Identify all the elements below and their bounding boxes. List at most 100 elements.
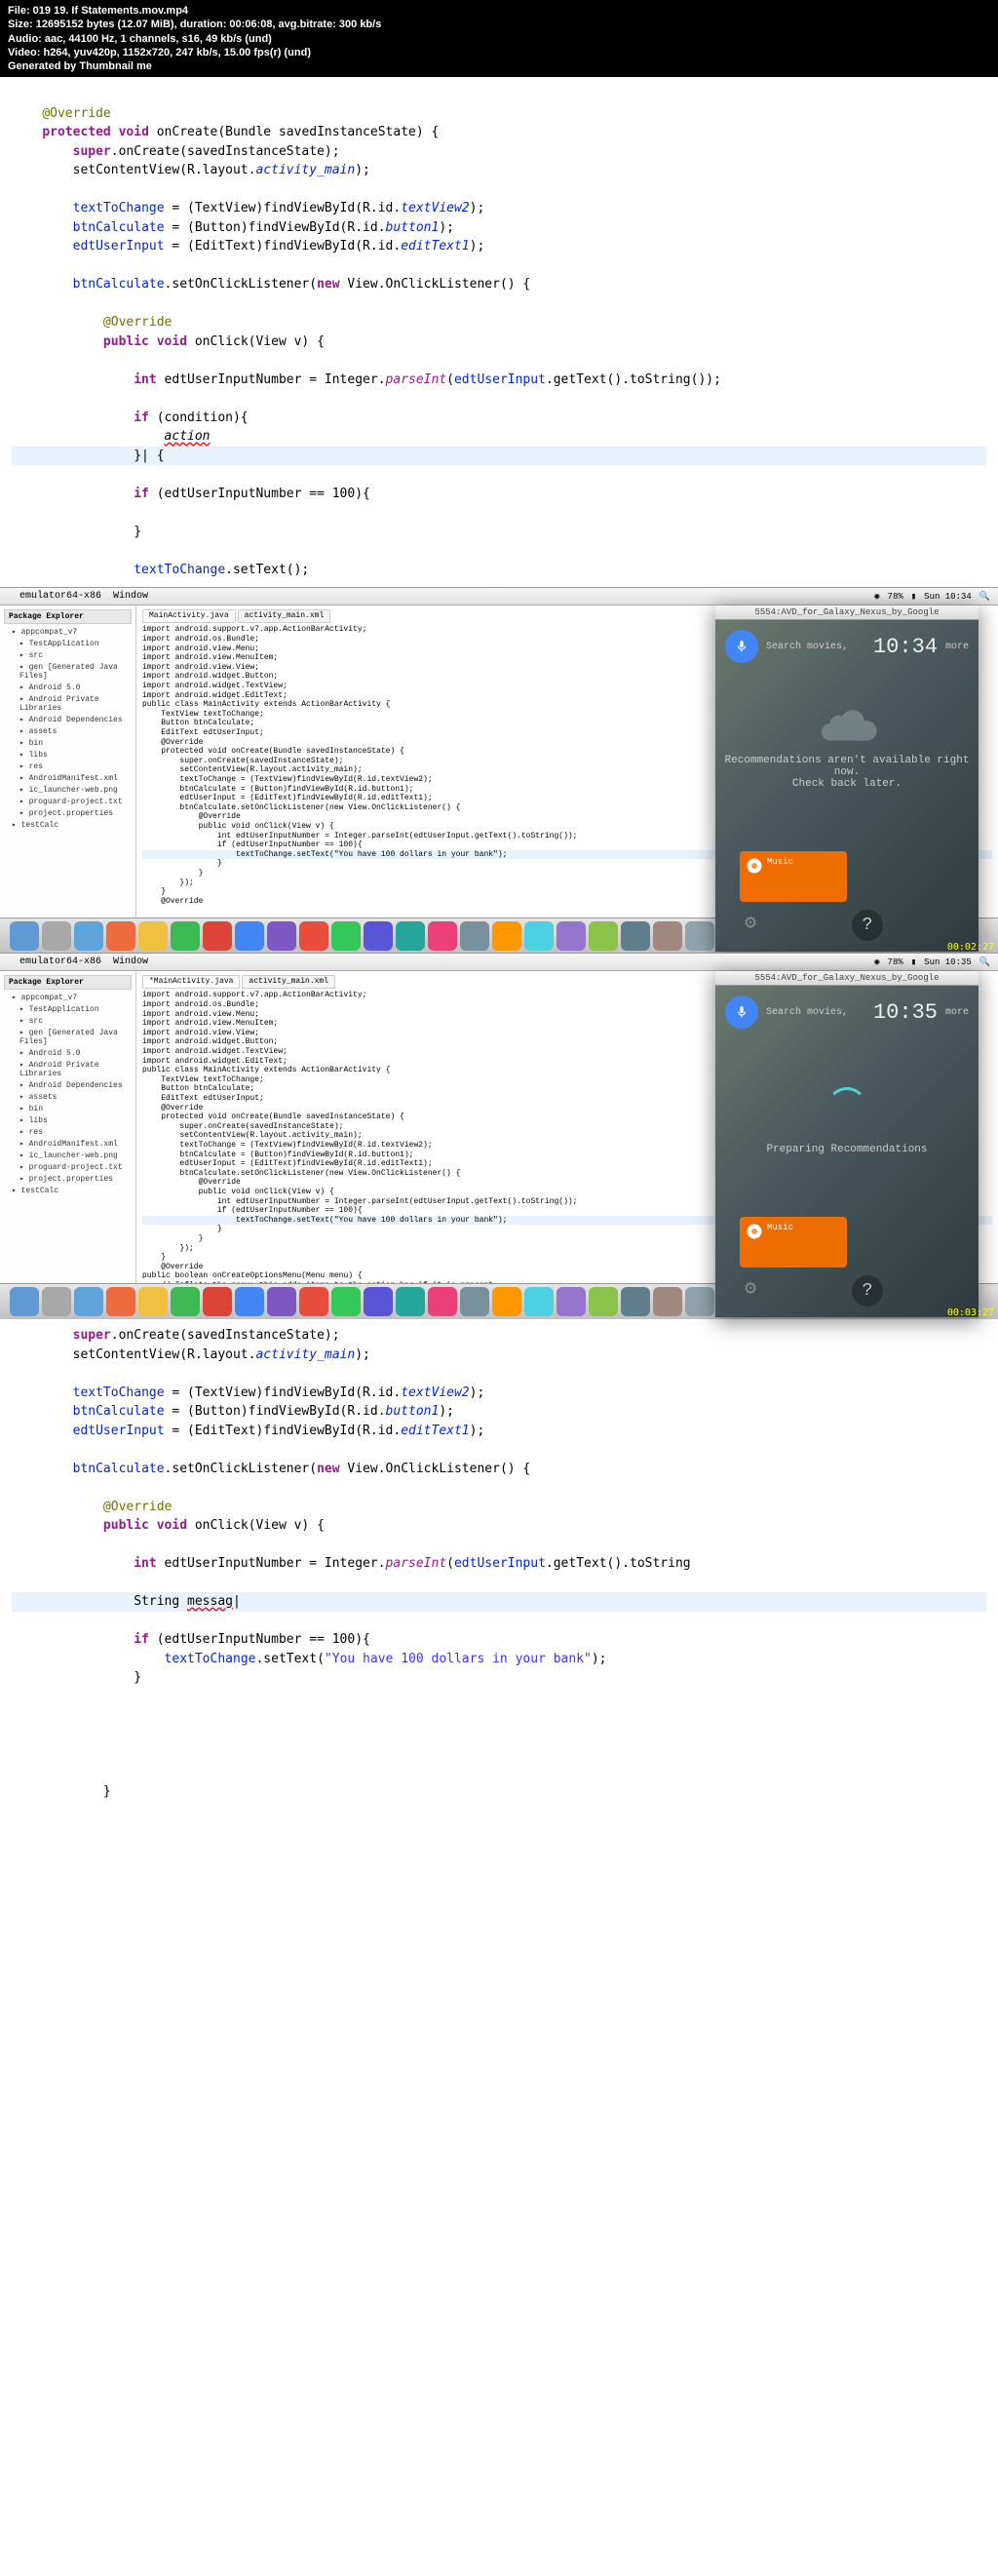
dock-app-icon[interactable] — [106, 921, 135, 951]
dock-app-icon[interactable] — [74, 1287, 103, 1316]
tree-item[interactable]: ▸ gen [Generated Java Files] — [4, 661, 132, 682]
menu-window[interactable]: Window — [113, 591, 148, 602]
dock-app-icon[interactable] — [557, 1287, 586, 1316]
tree-item[interactable]: ▸ TestApplication — [4, 638, 132, 649]
dock-app-icon[interactable] — [10, 921, 39, 951]
tree-item[interactable]: ▸ Android Private Libraries — [4, 1059, 132, 1079]
cursor-line-2[interactable]: String messag| — [12, 1592, 986, 1612]
more-link[interactable]: more — [945, 1007, 969, 1018]
tree-item[interactable]: ▸ Android Dependencies — [4, 714, 132, 725]
dock-app-icon[interactable] — [364, 921, 393, 951]
app-name[interactable]: emulator64-x86 — [19, 956, 101, 967]
tree-item[interactable]: ▸ project.properties — [4, 1173, 132, 1185]
tree-item[interactable]: ▸ Android Dependencies — [4, 1079, 132, 1091]
dock-app-icon[interactable] — [331, 1287, 361, 1316]
dock-app-icon[interactable] — [203, 921, 232, 951]
mic-icon[interactable] — [725, 630, 758, 663]
help-icon[interactable]: ? — [852, 1275, 883, 1307]
tree-item[interactable]: ▸ testCalc — [4, 1185, 132, 1196]
dock-app-icon[interactable] — [267, 1287, 296, 1316]
wifi-icon[interactable]: ◉ — [874, 957, 879, 967]
tab-mainactivity[interactable]: *MainActivity.java — [142, 975, 240, 989]
dock-app-icon[interactable] — [42, 921, 71, 951]
cursor-line[interactable]: }| { — [12, 447, 986, 466]
dock-app-icon[interactable] — [235, 921, 264, 951]
dock-app-icon[interactable] — [621, 1287, 650, 1316]
more-link[interactable]: more — [945, 642, 969, 652]
tab-activity-xml[interactable]: activity_main.xml — [242, 975, 335, 989]
dock-app-icon[interactable] — [589, 921, 618, 951]
tree-item[interactable]: ▸ bin — [4, 737, 132, 749]
dock-app-icon[interactable] — [331, 921, 361, 951]
tab-activity-xml[interactable]: activity_main.xml — [238, 609, 331, 623]
dock-app-icon[interactable] — [460, 921, 489, 951]
dock-app-icon[interactable] — [74, 921, 103, 951]
dock-app-icon[interactable] — [42, 1287, 71, 1316]
dock-app-icon[interactable] — [171, 921, 200, 951]
tree-item[interactable]: ▸ ic_launcher-web.png — [4, 784, 132, 796]
dock-app-icon[interactable] — [138, 921, 168, 951]
tree-item[interactable]: ▸ gen [Generated Java Files] — [4, 1027, 132, 1047]
tree-item[interactable]: ▸ testCalc — [4, 819, 132, 831]
music-card[interactable]: Music — [740, 851, 847, 902]
tree-item[interactable]: ▸ src — [4, 1015, 132, 1027]
tree-item[interactable]: ▸ TestApplication — [4, 1003, 132, 1015]
gear-icon[interactable]: ⚙ — [745, 1275, 776, 1307]
gear-icon[interactable]: ⚙ — [745, 910, 776, 941]
dock-app-icon[interactable] — [685, 921, 714, 951]
search-icon[interactable]: 🔍 — [979, 592, 990, 602]
dock-app-icon[interactable] — [524, 921, 554, 951]
dock-app-icon[interactable] — [364, 1287, 393, 1316]
dock-app-icon[interactable] — [557, 921, 586, 951]
music-card[interactable]: Music — [740, 1217, 847, 1268]
tree-item[interactable]: ▸ res — [4, 761, 132, 772]
dock-app-icon[interactable] — [428, 921, 457, 951]
tree-item[interactable]: ▸ AndroidManifest.xml — [4, 1138, 132, 1150]
menu-window[interactable]: Window — [113, 956, 148, 967]
tree-item[interactable]: ▸ appcompat_v7 — [4, 992, 132, 1003]
tree-item[interactable]: ▸ res — [4, 1126, 132, 1138]
tree-item[interactable]: ▸ libs — [4, 749, 132, 761]
tree-item[interactable]: ▸ Android 5.0 — [4, 682, 132, 693]
dock-app-icon[interactable] — [524, 1287, 554, 1316]
tab-mainactivity[interactable]: MainActivity.java — [142, 609, 236, 623]
search-icon[interactable]: 🔍 — [979, 957, 990, 967]
dock-app-icon[interactable] — [267, 921, 296, 951]
dock-app-icon[interactable] — [460, 1287, 489, 1316]
android-emulator-2[interactable]: 5554:AVD_for_Galaxy_Nexus_by_Google Sear… — [715, 971, 979, 1317]
dock-app-icon[interactable] — [653, 1287, 682, 1316]
dock-app-icon[interactable] — [299, 1287, 328, 1316]
dock-app-icon[interactable] — [203, 1287, 232, 1316]
dock-app-icon[interactable] — [299, 921, 328, 951]
dock-app-icon[interactable] — [492, 921, 521, 951]
mic-icon[interactable] — [725, 995, 758, 1029]
dock-app-icon[interactable] — [10, 1287, 39, 1316]
tree-item[interactable]: ▸ proguard-project.txt — [4, 796, 132, 807]
tree-item[interactable]: ▸ ic_launcher-web.png — [4, 1150, 132, 1161]
dock-app-icon[interactable] — [171, 1287, 200, 1316]
wifi-icon[interactable]: ◉ — [874, 592, 879, 602]
package-explorer-2[interactable]: Package Explorer ▸ appcompat_v7▸ TestApp… — [0, 971, 136, 1283]
tree-item[interactable]: ▸ bin — [4, 1103, 132, 1114]
dock-app-icon[interactable] — [621, 921, 650, 951]
tree-item[interactable]: ▸ Android 5.0 — [4, 1047, 132, 1059]
dock-app-icon[interactable] — [428, 1287, 457, 1316]
dock-app-icon[interactable] — [235, 1287, 264, 1316]
tree-item[interactable]: ▸ proguard-project.txt — [4, 1161, 132, 1173]
tree-item[interactable]: ▸ src — [4, 649, 132, 661]
tree-item[interactable]: ▸ appcompat_v7 — [4, 626, 132, 638]
tree-item[interactable]: ▸ libs — [4, 1114, 132, 1126]
dock-app-icon[interactable] — [106, 1287, 135, 1316]
dock-app-icon[interactable] — [396, 1287, 425, 1316]
package-explorer[interactable]: Package Explorer ▸ appcompat_v7▸ TestApp… — [0, 605, 136, 917]
search-hint[interactable]: Search movies, — [766, 1007, 865, 1018]
dock-app-icon[interactable] — [396, 921, 425, 951]
dock-app-icon[interactable] — [492, 1287, 521, 1316]
app-name[interactable]: emulator64-x86 — [19, 591, 101, 602]
dock-app-icon[interactable] — [589, 1287, 618, 1316]
search-hint[interactable]: Search movies, — [766, 642, 865, 652]
android-emulator[interactable]: 5554:AVD_for_Galaxy_Nexus_by_Google Sear… — [715, 605, 979, 952]
help-icon[interactable]: ? — [852, 910, 883, 941]
tree-item[interactable]: ▸ assets — [4, 1091, 132, 1103]
dock-app-icon[interactable] — [138, 1287, 168, 1316]
